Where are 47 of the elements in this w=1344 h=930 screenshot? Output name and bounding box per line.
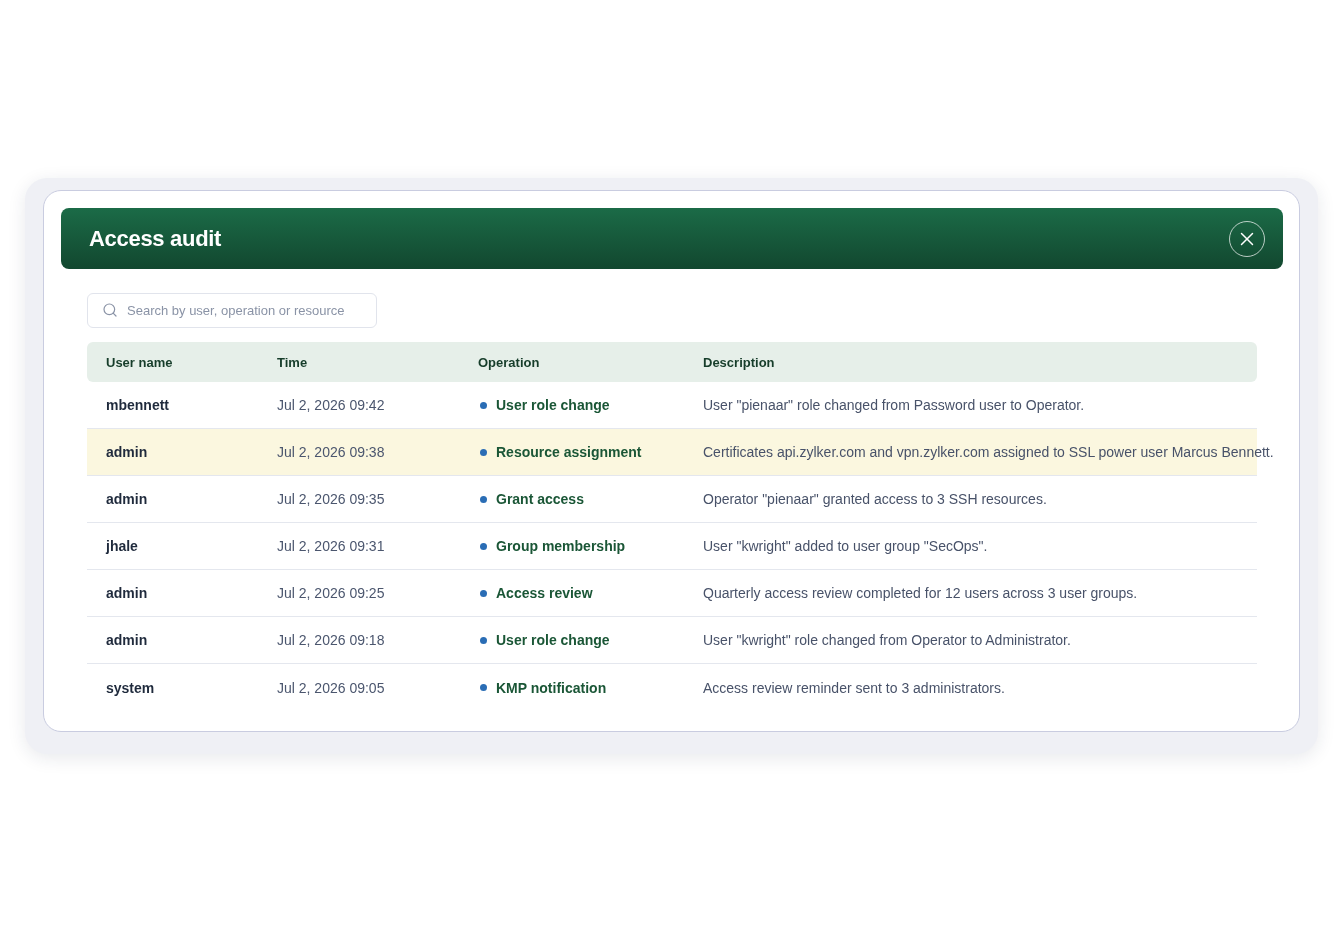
operation-text: Grant access <box>496 491 584 507</box>
status-dot-icon <box>480 636 487 644</box>
user-name-text: mbennett <box>106 397 169 413</box>
table-row[interactable]: admin Jul 2, 2026 09:25 Access review Quarterly access review completed for 12 users across 3 user groups. <box>87 570 1257 617</box>
operation-text: User role change <box>496 632 610 648</box>
description-text: Operator "pienaar" granted access to 3 SSH resources. <box>703 491 1047 507</box>
column-header: User name <box>106 354 173 370</box>
status-dot-icon <box>480 542 487 550</box>
user-name-text: admin <box>106 632 148 648</box>
status-dot-icon <box>480 401 487 409</box>
table-row[interactable]: admin Jul 2, 2026 09:18 User role change User "kwright" role changed from Operator to Administrator. <box>87 617 1257 664</box>
description-text: User "kwright" role changed from Operator to Administrator. <box>703 632 1071 648</box>
time-text: Jul 2, 2026 09:42 <box>277 397 385 413</box>
search-field[interactable]: Search by user, operation or resource <box>87 293 377 328</box>
table-row[interactable]: jhale Jul 2, 2026 09:31 Group membership User "kwright" added to user group "SecOps". <box>87 523 1257 570</box>
table-row[interactable]: admin Jul 2, 2026 09:35 Grant access Operator "pienaar" granted access to 3 SSH resources. <box>87 476 1257 523</box>
time-text: Jul 2, 2026 09:18 <box>277 632 385 648</box>
description-text: Access review reminder sent to 3 administrators. <box>703 679 1005 696</box>
status-dot-icon <box>480 684 487 691</box>
column-header: Description <box>703 354 775 370</box>
user-name-text: system <box>106 679 155 696</box>
operation-text: KMP notification <box>496 679 607 696</box>
user-name-text: admin <box>106 444 148 460</box>
status-dot-icon <box>480 589 487 597</box>
user-name-text: jhale <box>106 538 138 554</box>
search-icon <box>102 302 118 318</box>
table-row[interactable]: system Jul 2, 2026 09:05 KMP notification Access review reminder sent to 3 administrators. <box>87 664 1257 711</box>
description-text: Quarterly access review completed for 12 users across 3 user groups. <box>703 585 1138 601</box>
user-name-text: admin <box>106 491 148 507</box>
status-dot-icon <box>480 495 487 503</box>
status-dot-icon <box>480 448 487 456</box>
time-text: Jul 2, 2026 09:05 <box>277 679 385 696</box>
time-text: Jul 2, 2026 09:38 <box>277 444 385 460</box>
time-text: Jul 2, 2026 09:35 <box>277 491 385 507</box>
operation-text: Group membership <box>496 538 626 554</box>
column-header: Operation <box>478 354 540 370</box>
column-header: Time <box>277 354 308 370</box>
operation-text: User role change <box>496 397 610 413</box>
operation-text: Resource assignment <box>496 444 642 460</box>
description-text: User "pienaar" role changed from Password user to Operator. <box>703 397 1085 413</box>
description-text: User "kwright" added to user group "SecOps". <box>703 538 988 554</box>
user-name-text: admin <box>106 585 148 601</box>
operation-text: Access review <box>496 585 593 601</box>
dialog-title: Access audit <box>89 225 222 252</box>
description-text: Certificates api.zylker.com and vpn.zylker.com assigned to SSL power user Marcus Bennett. <box>703 444 1274 460</box>
time-text: Jul 2, 2026 09:31 <box>277 538 385 554</box>
time-text: Jul 2, 2026 09:25 <box>277 585 385 601</box>
